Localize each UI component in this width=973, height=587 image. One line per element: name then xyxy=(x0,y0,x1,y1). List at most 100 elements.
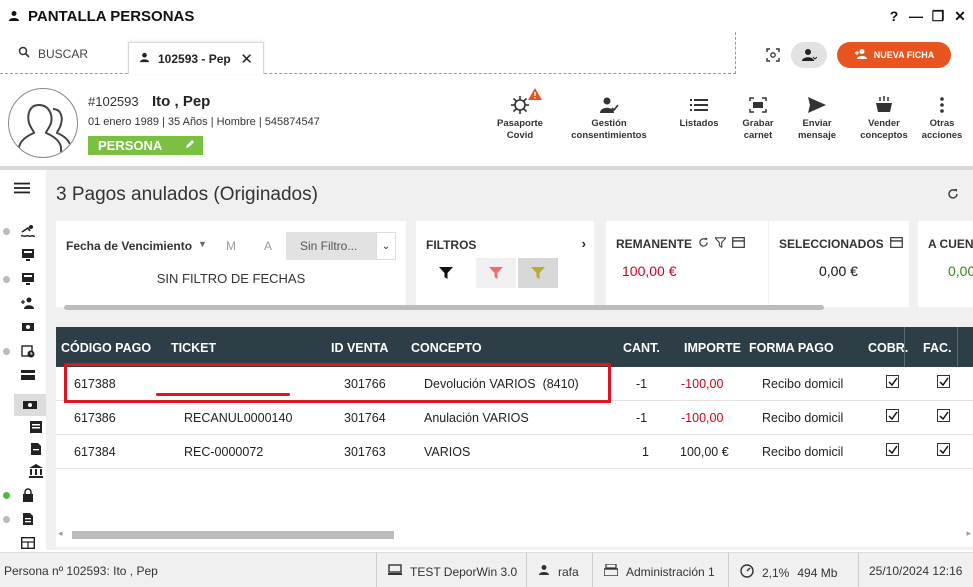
sidebar-item-notes[interactable] xyxy=(0,508,46,530)
status-divider xyxy=(526,553,527,587)
table-row[interactable]: 617386 RECANUL0000140 301764 Anulación V… xyxy=(56,401,973,435)
new-record-button[interactable]: NUEVA FICHA xyxy=(837,42,951,68)
sidebar-item-documents[interactable] xyxy=(0,416,46,438)
action-label: Enviar mensaje xyxy=(797,118,837,141)
col-id-venta[interactable]: ID VENTA xyxy=(331,341,388,355)
col-importe[interactable]: IMPORTE xyxy=(684,341,741,355)
help-button[interactable]: ? xyxy=(885,6,903,26)
chevron-right-icon[interactable]: › xyxy=(582,236,586,251)
filter-year-button[interactable]: A xyxy=(264,239,272,253)
col-forma-pago[interactable]: FORMA PAGO xyxy=(749,341,834,355)
status-bar: Persona nº 102593: Ito , Pep TEST DeporW… xyxy=(0,552,973,587)
filter-icon[interactable] xyxy=(713,237,728,251)
action-listados[interactable]: Listados xyxy=(674,92,724,130)
status-server: TEST DeporWin 3.0 xyxy=(388,564,517,579)
close-icon[interactable]: ✕ xyxy=(240,50,253,68)
chevron-down-icon[interactable]: ⌄ xyxy=(376,232,396,260)
status-divider xyxy=(728,553,729,587)
action-gestion-consentimientos[interactable]: Gestión consentimientos xyxy=(564,92,654,142)
sidebar-item-tickets[interactable] xyxy=(0,316,46,338)
cell-cant: -1 xyxy=(636,377,648,391)
col-fac[interactable]: FAC. xyxy=(923,341,951,355)
scroll-right-icon[interactable]: ▸ xyxy=(966,528,971,539)
action-label: Vender conceptos xyxy=(860,118,908,141)
sidebar-item-card[interactable] xyxy=(0,364,46,386)
col-cobr[interactable]: COBR. xyxy=(868,341,908,355)
fac-checkbox[interactable] xyxy=(937,409,950,422)
persona-badge[interactable]: PERSONA xyxy=(88,136,203,155)
sidebar-item-terminal[interactable] xyxy=(0,268,46,290)
caret-down-icon[interactable]: ▼ xyxy=(198,239,207,249)
refresh-button[interactable] xyxy=(947,188,959,203)
sidebar-item-add-user[interactable] xyxy=(0,292,46,314)
edit-icon[interactable] xyxy=(184,138,196,153)
status-dot xyxy=(3,275,10,283)
refresh-icon[interactable] xyxy=(698,237,709,251)
filter-yellow-button[interactable] xyxy=(518,258,558,288)
card-icon[interactable] xyxy=(732,236,745,251)
close-window-button[interactable]: ✕ xyxy=(951,6,969,26)
action-enviar-mensaje[interactable]: Enviar mensaje xyxy=(792,92,842,142)
card-icon[interactable] xyxy=(889,236,903,251)
status-dot xyxy=(3,491,10,499)
server-icon xyxy=(388,564,402,579)
window-title: PANTALLA PERSONAS xyxy=(28,7,195,25)
action-label: Listados xyxy=(679,118,719,129)
status-divider xyxy=(376,553,377,587)
cobr-checkbox[interactable] xyxy=(886,409,899,422)
table-scrollbar-thumb[interactable] xyxy=(72,531,394,539)
table-row[interactable]: 617384 REC-0000072 301763 VARIOS 1 100,0… xyxy=(56,435,973,469)
user-menu-button[interactable] xyxy=(791,42,827,68)
register-icon xyxy=(603,563,619,579)
col-fac-cell: FAC. xyxy=(904,327,958,367)
action-vender-conceptos[interactable]: Vender conceptos xyxy=(856,92,912,142)
sidebar-item-device[interactable] xyxy=(0,244,46,266)
tab-person[interactable]: 102593 - Pep ✕ xyxy=(128,42,264,74)
hamburger-icon xyxy=(14,180,30,196)
sidebar-item-calendar[interactable] xyxy=(0,340,46,362)
scan-face-button[interactable] xyxy=(762,44,784,66)
user-check-icon xyxy=(599,92,619,118)
credit-card-icon xyxy=(20,367,36,383)
title-bar: PANTALLA PERSONAS ? — ❐ ✕ xyxy=(0,0,973,32)
sidebar-item-bank[interactable] xyxy=(0,460,46,482)
scroll-left-icon[interactable]: ◂ xyxy=(58,528,63,539)
fac-checkbox[interactable] xyxy=(937,443,950,456)
sidebar-item-payments[interactable] xyxy=(14,394,46,416)
cobr-checkbox[interactable] xyxy=(886,375,899,388)
cell-forma-pago: Recibo domicil xyxy=(762,445,844,459)
cell-id-venta: 301763 xyxy=(344,445,386,459)
filter-red-button[interactable] xyxy=(476,258,516,288)
cobr-checkbox[interactable] xyxy=(886,443,899,456)
minimize-button[interactable]: — xyxy=(907,6,925,26)
col-cant[interactable]: CANT. xyxy=(623,341,660,355)
cards-scrollbar[interactable] xyxy=(64,305,824,310)
filter-month-button[interactable]: M xyxy=(226,239,236,253)
sidebar-item-table[interactable] xyxy=(0,532,46,554)
filter-red-icon xyxy=(489,267,503,279)
col-ticket[interactable]: TICKET xyxy=(171,341,216,355)
col-concepto[interactable]: CONCEPTO xyxy=(411,341,482,355)
col-codigo-pago[interactable]: CÓDIGO PAGO xyxy=(61,341,151,355)
sidebar-item-invoice[interactable] xyxy=(0,438,46,460)
restore-button[interactable]: ❐ xyxy=(929,6,947,26)
new-record-label: NUEVA FICHA xyxy=(873,50,935,60)
gauge-icon xyxy=(740,564,754,581)
remanente-label: REMANENTE xyxy=(616,237,693,251)
payments-table: CÓDIGO PAGO TICKET ID VENTA CONCEPTO CAN… xyxy=(56,327,973,547)
tab-search[interactable]: BUSCAR xyxy=(18,46,88,61)
filter-button[interactable] xyxy=(426,258,466,288)
action-pasaporte-covid[interactable]: Pasaporte Covid xyxy=(490,88,550,142)
action-otras-acciones[interactable]: Otras acciones xyxy=(918,92,966,142)
avatar[interactable] xyxy=(8,88,78,158)
fac-checkbox[interactable] xyxy=(937,375,950,388)
person-icon xyxy=(139,52,150,66)
sidebar-item-swim[interactable] xyxy=(0,220,46,242)
date-filter-select[interactable]: Sin Filtro... xyxy=(286,232,376,260)
menu-button[interactable] xyxy=(0,178,46,200)
sidebar-item-lock[interactable] xyxy=(0,484,46,506)
table-scrollbar[interactable]: ◂ ▸ xyxy=(56,527,973,541)
status-dot xyxy=(3,515,10,523)
person-icon xyxy=(6,8,22,24)
action-grabar-carnet[interactable]: Grabar carnet xyxy=(733,92,783,142)
